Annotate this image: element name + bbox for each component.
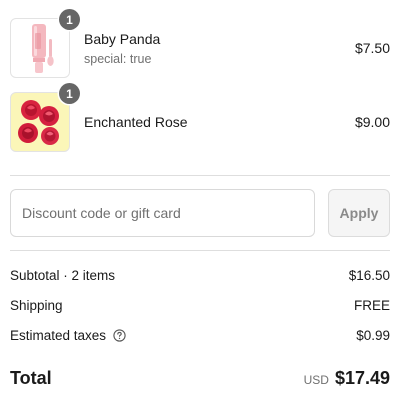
total-value: $17.49 <box>334 368 390 388</box>
item-price: $9.00 <box>354 114 390 130</box>
item-name: Enchanted Rose <box>84 114 188 130</box>
item-variant: special: true <box>84 51 152 66</box>
discount-row: Apply <box>10 189 390 237</box>
product-thumbnail-wrapper: 1 <box>10 83 80 152</box>
shipping-row: Shipping FREE <box>10 298 390 313</box>
question-circle-icon[interactable] <box>113 329 126 342</box>
product-image-baby-panda <box>10 18 70 78</box>
line-item-enchanted-rose: 1 Enchanted Rose $9.00 <box>10 83 390 153</box>
item-name: Baby Panda <box>84 30 161 47</box>
subtotal-row: Subtotal · 2 items $16.50 <box>10 268 390 283</box>
product-image-enchanted-rose <box>10 92 70 152</box>
apply-discount-button[interactable]: Apply <box>328 189 390 237</box>
divider <box>10 250 390 251</box>
quantity-badge: 1 <box>59 9 80 30</box>
item-info: Enchanted Rose <box>84 114 355 130</box>
item-info: Baby Panda special: true <box>84 31 355 66</box>
subtotal-value: $16.50 <box>348 268 390 283</box>
total-amount-group: USD $17.49 <box>304 368 390 389</box>
subtotal-label: Subtotal · 2 items <box>10 268 116 283</box>
taxes-row: Estimated taxes $0.99 <box>10 328 390 343</box>
item-price: $7.50 <box>354 40 390 56</box>
divider <box>10 175 390 176</box>
currency-code: USD <box>303 373 329 387</box>
taxes-label: Estimated taxes <box>10 328 107 343</box>
line-item-baby-panda: 1 Baby Panda special: true $7.50 <box>10 9 390 79</box>
shipping-label: Shipping <box>10 298 63 313</box>
taxes-value: $0.99 <box>356 328 390 343</box>
quantity-badge: 1 <box>59 83 80 104</box>
total-label: Total <box>10 368 52 388</box>
total-row: Total USD $17.49 <box>10 368 390 389</box>
discount-code-input[interactable] <box>10 189 315 237</box>
product-thumbnail-wrapper: 1 <box>10 9 80 78</box>
shipping-value: FREE <box>353 298 390 313</box>
taxes-label-group: Estimated taxes <box>10 328 126 343</box>
